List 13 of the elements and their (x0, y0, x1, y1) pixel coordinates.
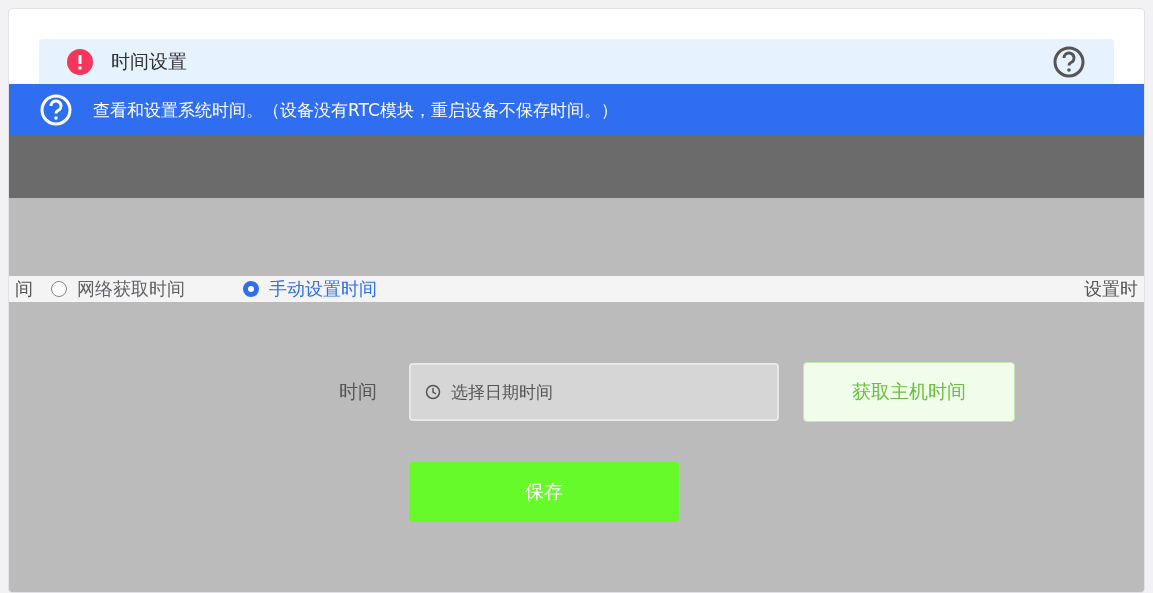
radio-option[interactable]: 网络获取时间 (51, 277, 185, 301)
label-fragment: 间 (15, 277, 33, 301)
notice-text: 查看和设置系统时间。（设备没有RTC模块，重启设备不保存时间。） (93, 98, 618, 122)
help-icon (39, 93, 73, 127)
alert-icon (67, 48, 93, 75)
datetime-field[interactable]: 选择日期时间 (409, 363, 779, 421)
label-fragment: 设置时 (1084, 277, 1138, 301)
radio-option[interactable]: 手动设置时间 (243, 277, 377, 301)
get-host-time-button[interactable]: 获取主机时间 (803, 362, 1015, 422)
clock-icon (425, 384, 441, 400)
card-title: 时间设置 (111, 48, 188, 74)
time-label: 时间 (339, 379, 378, 404)
help-icon (1052, 44, 1086, 79)
